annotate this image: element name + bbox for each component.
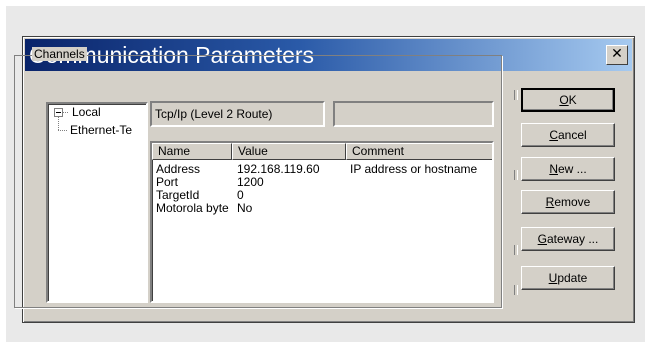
param-name: Motorola byte <box>156 202 229 215</box>
remove-button-mnemonic: R <box>545 195 555 209</box>
param-name: Port <box>156 176 179 189</box>
new-button-mnemonic: N <box>549 162 558 176</box>
column-header-value[interactable]: Value <box>232 143 346 160</box>
close-button[interactable]: ✕ <box>606 45 628 65</box>
gateway-button[interactable]: Gateway ... <box>521 227 615 251</box>
param-value: No <box>237 202 253 215</box>
param-comment: IP address or hostname <box>350 163 478 176</box>
button-separator <box>514 285 518 295</box>
ok-button-mnemonic: O <box>559 93 569 107</box>
ok-button[interactable]: OK <box>521 88 615 112</box>
channels-group-label: Channels <box>32 47 87 61</box>
column-header-name[interactable]: Name <box>152 143 232 160</box>
tree-connector <box>58 130 67 131</box>
column-header-comment[interactable]: Comment <box>346 143 492 160</box>
new-button[interactable]: New ... <box>521 157 615 181</box>
update-button[interactable]: Update <box>521 266 615 290</box>
param-value: 0 <box>237 189 244 202</box>
tree-item-ethernet[interactable]: Ethernet-Te <box>70 123 132 137</box>
channel-tree[interactable]: Local Ethernet-Te <box>46 102 148 303</box>
close-icon: ✕ <box>611 46 623 62</box>
driver-label-field: Tcp/Ip (Level 2 Route) <box>150 101 325 127</box>
cancel-button-label: ancel <box>557 128 587 142</box>
remove-button[interactable]: Remove <box>521 190 615 214</box>
list-header: Name Value Comment <box>152 143 492 160</box>
cancel-button[interactable]: Cancel <box>521 123 615 147</box>
param-name: Address <box>156 163 201 176</box>
tree-item-local[interactable]: Local <box>72 105 101 119</box>
collapse-icon[interactable] <box>54 108 63 117</box>
button-separator <box>514 90 518 100</box>
button-separator <box>514 170 518 180</box>
param-value: 1200 <box>237 176 264 189</box>
driver-label: Tcp/Ip (Level 2 Route) <box>155 107 273 121</box>
update-button-mnemonic: U <box>548 271 558 285</box>
cancel-button-mnemonic: C <box>549 128 558 142</box>
tree-connector <box>58 117 59 130</box>
extra-field <box>333 101 494 127</box>
param-name: TargetId <box>156 189 200 202</box>
parameter-list[interactable]: Name Value Comment Address 192.168.119.6… <box>150 141 494 303</box>
gateway-button-label: ateway ... <box>546 232 599 246</box>
gateway-button-mnemonic: G <box>537 232 547 246</box>
ok-button-label: K <box>568 93 577 107</box>
button-separator <box>514 245 518 255</box>
new-button-label: ew ... <box>557 162 587 176</box>
remove-button-label: emove <box>554 195 591 209</box>
param-value: 192.168.119.60 <box>237 163 320 176</box>
tree-connector <box>63 112 68 113</box>
update-button-label: pdate <box>557 271 588 285</box>
